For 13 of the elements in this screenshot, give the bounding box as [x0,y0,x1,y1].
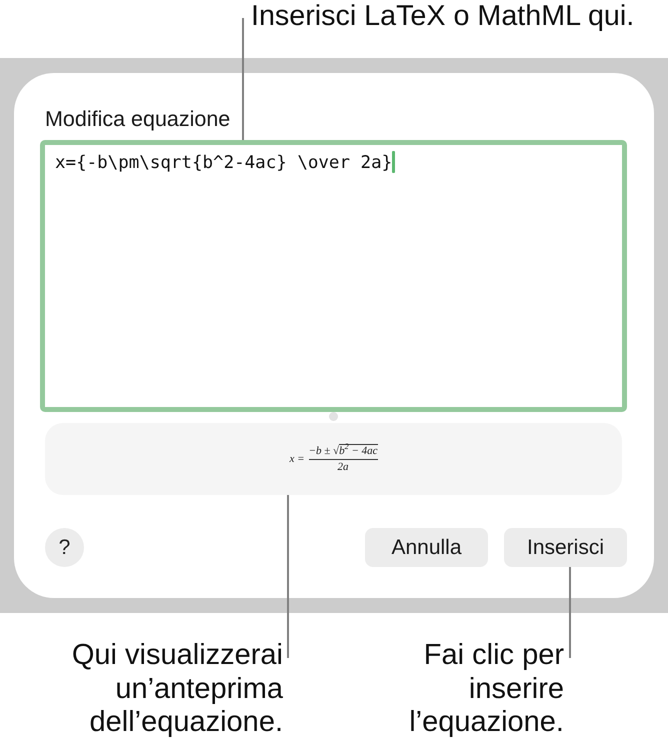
text-cursor-icon [392,151,396,173]
callout-text: Fai clic per inserire l’equazione. [409,639,564,740]
help-button[interactable]: ? [45,528,84,567]
field-label: Modifica equazione [45,107,230,132]
callout-text: Qui visualizzerai un’anteprima dell’equazione. [72,639,283,740]
insert-button[interactable]: Inserisci [504,528,627,567]
formula-lhs: x = [290,452,305,466]
formula-denominator: 2a [338,460,349,474]
callout-text: Inserisci LaTeX o MathML qui. [251,0,634,32]
resize-handle-icon[interactable] [329,412,338,421]
cancel-button[interactable]: Annulla [365,528,488,567]
formula-numerator: −b ± √b$^{2}$ − 4ac [308,444,378,458]
equation-input[interactable]: x={-b\pm\sqrt{b^2-4ac} \over 2a} [40,140,627,412]
